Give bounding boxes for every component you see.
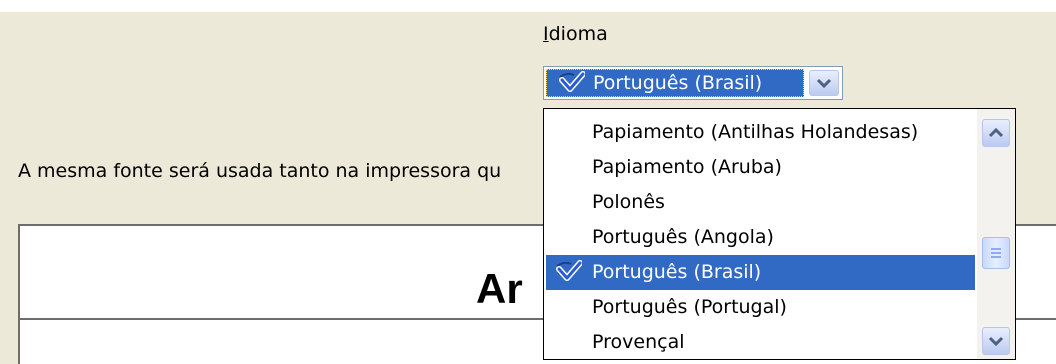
spellcheck-check-icon: [556, 260, 582, 281]
list-item[interactable]: Português (Angola): [544, 220, 975, 255]
language-options: Papiamento (Antilhas Holandesas) Papiame…: [544, 115, 977, 359]
font-description-text: A mesma fonte será usada tanto na impres…: [18, 160, 502, 182]
chevron-up-icon: [988, 127, 1004, 138]
scroll-down-button[interactable]: [982, 327, 1010, 355]
scroll-thumb[interactable]: [982, 237, 1010, 269]
list-item[interactable]: Português (Portugal): [544, 290, 975, 325]
language-label: Idioma: [543, 23, 608, 45]
scroll-up-button[interactable]: [982, 119, 1010, 147]
combobox-dropdown-button[interactable]: [809, 70, 839, 96]
language-combobox[interactable]: Português (Brasil): [543, 66, 843, 100]
chevron-down-icon: [816, 78, 832, 89]
font-preview-text: Ar: [476, 265, 523, 312]
spellcheck-check-icon: [559, 71, 585, 92]
language-dropdown-list[interactable]: Papiamento (Antilhas Holandesas) Papiame…: [543, 108, 1016, 360]
list-item[interactable]: Polonês: [544, 185, 975, 220]
list-item-selected[interactable]: Português (Brasil): [546, 255, 975, 290]
dropdown-scrollbar[interactable]: [977, 109, 1015, 359]
list-item[interactable]: Papiamento (Aruba): [544, 150, 975, 185]
chevron-down-icon: [988, 336, 1004, 347]
list-item[interactable]: Papiamento (Antilhas Holandesas): [544, 115, 975, 150]
top-strip: [0, 0, 1056, 12]
language-combobox-value[interactable]: Português (Brasil): [546, 69, 804, 97]
list-item[interactable]: Provençal: [544, 325, 975, 359]
grip-icon: [991, 248, 1001, 258]
language-combobox-text: Português (Brasil): [593, 72, 763, 94]
